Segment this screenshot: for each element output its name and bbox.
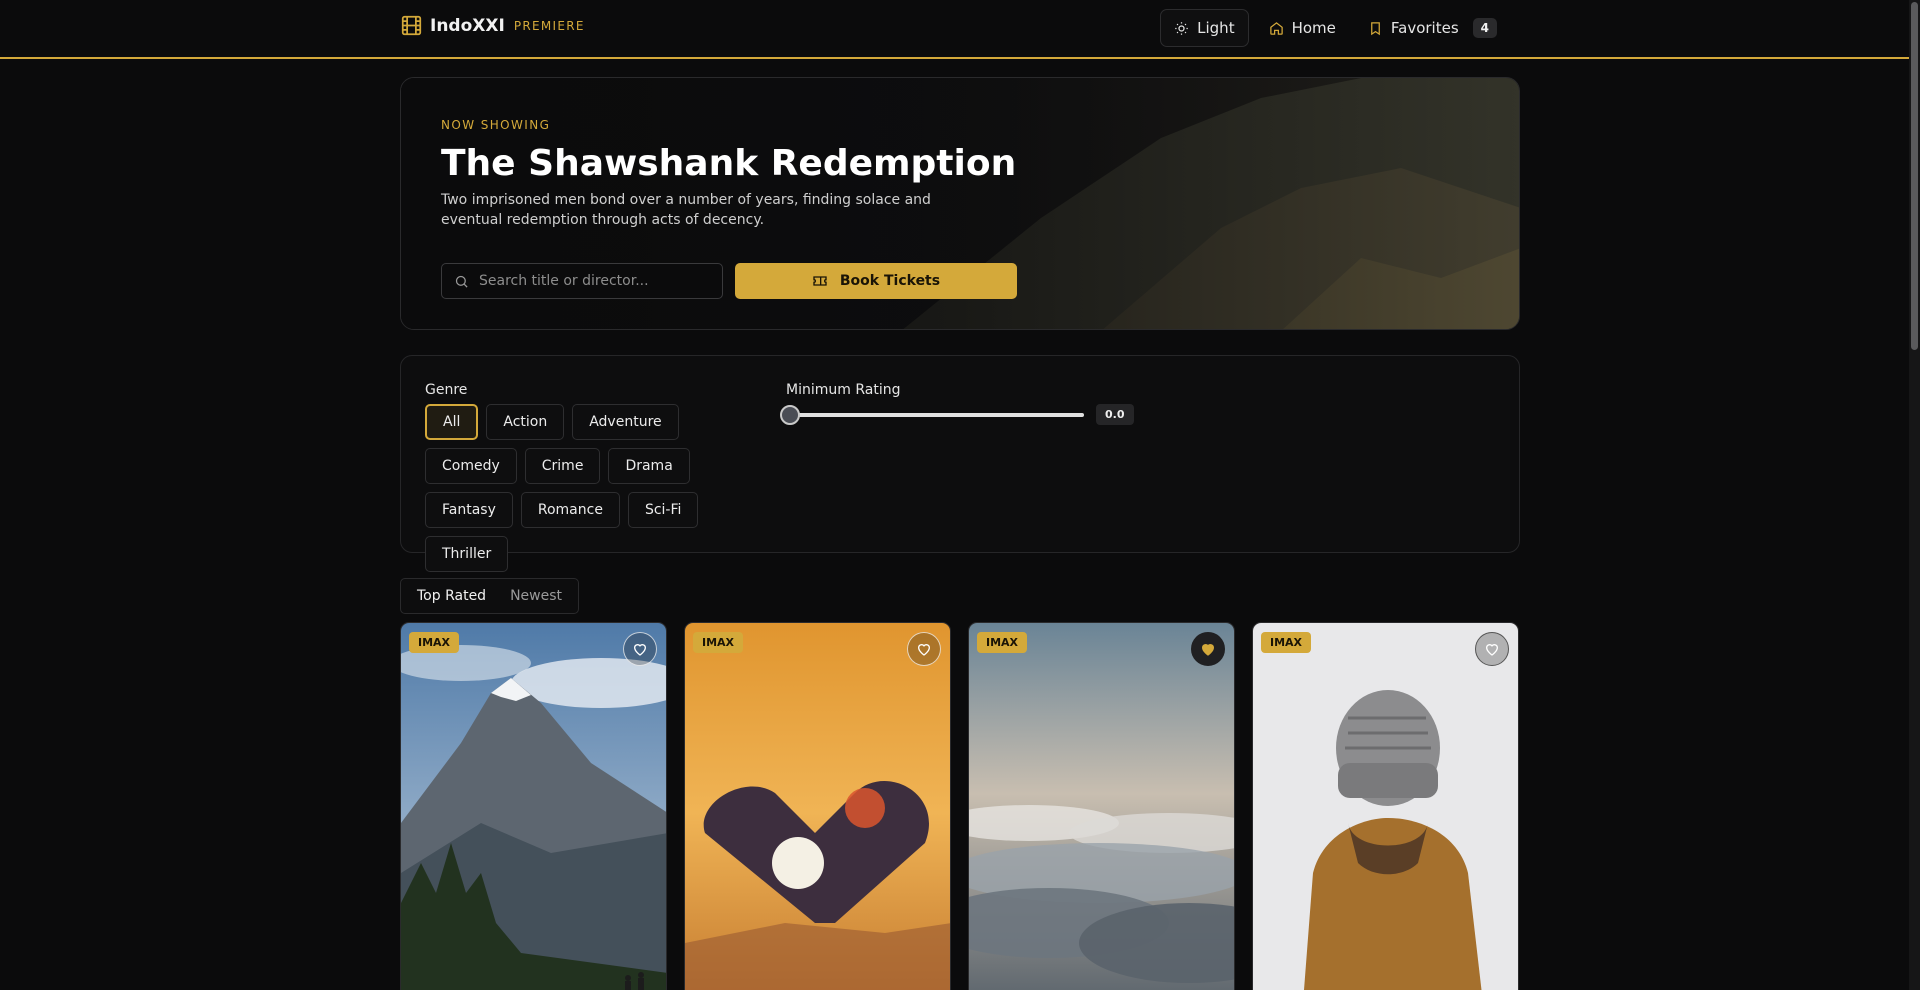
filter-panel: Genre All Action Adventure Comedy Crime … [400, 355, 1520, 572]
movie-poster-image [685, 623, 950, 990]
home-icon [1269, 21, 1283, 35]
imax-badge: IMAX [693, 632, 744, 653]
genre-chip-all[interactable]: All [425, 404, 479, 440]
movie-card[interactable]: IMAX [400, 622, 667, 990]
brand-name: IndoXXI [430, 15, 505, 36]
sun-icon [1175, 21, 1188, 35]
genre-chip-drama[interactable]: Drama [608, 448, 690, 484]
slider-track[interactable] [780, 404, 1084, 425]
main-nav: Light Home Favorites 4 [1160, 9, 1509, 47]
search-icon [455, 275, 468, 288]
nav-home-link[interactable]: Home [1257, 9, 1348, 47]
sort-tab-top-rated[interactable]: Top Rated [405, 582, 498, 610]
heart-outline-icon [633, 644, 647, 656]
genre-chip-romance[interactable]: Romance [520, 492, 620, 528]
genre-label: Genre [425, 382, 468, 398]
favorite-toggle-button[interactable] [1191, 632, 1225, 666]
imax-badge: IMAX [409, 632, 460, 653]
min-rating-slider[interactable]: 0.0 [780, 404, 1134, 425]
bookmark-icon [1371, 21, 1380, 35]
featured-hero: NOW SHOWING The Shawshank Redemption Two… [400, 77, 1520, 330]
min-rating-label: Minimum Rating [786, 382, 901, 398]
theme-toggle-button[interactable]: Light [1160, 9, 1249, 47]
heart-outline-icon [917, 644, 931, 656]
nav-favorites-link[interactable]: Favorites 4 [1356, 9, 1509, 47]
genre-chip-thriller[interactable]: Thriller [425, 536, 509, 572]
genre-chip-group: All Action Adventure Comedy Crime Drama … [425, 404, 775, 572]
heart-filled-icon [1201, 644, 1215, 656]
theme-toggle-label: Light [1197, 19, 1235, 37]
sort-tab-newest[interactable]: Newest [498, 582, 574, 610]
favorite-toggle-button[interactable] [623, 632, 657, 666]
genre-chip-comedy[interactable]: Comedy [425, 448, 517, 484]
hero-title: The Shawshank Redemption [441, 143, 1017, 184]
movie-card[interactable]: IMAX [1252, 622, 1519, 990]
imax-badge: IMAX [977, 632, 1028, 653]
sort-tabs: Top Rated Newest [400, 578, 580, 614]
movie-grid: IMAX IMAX IMAX IMAX [400, 622, 1519, 990]
genre-chip-crime[interactable]: Crime [524, 448, 601, 484]
movie-card[interactable]: IMAX [684, 622, 951, 990]
top-nav-bar: IndoXXI PREMIERE Light Home Favorites 4 [0, 0, 1909, 59]
search-input[interactable] [479, 273, 709, 289]
hero-eyebrow: NOW SHOWING [441, 118, 551, 132]
imax-badge: IMAX [1261, 632, 1312, 653]
slider-handle[interactable] [780, 404, 800, 425]
genre-chip-sci-fi[interactable]: Sci-Fi [627, 492, 699, 528]
page-scrollbar[interactable] [1909, 0, 1920, 990]
heart-outline-icon [1485, 644, 1499, 656]
movie-poster-image [1253, 623, 1518, 990]
movie-card[interactable]: IMAX [968, 622, 1235, 990]
scrollbar-thumb[interactable] [1911, 2, 1918, 350]
search-field[interactable] [441, 263, 723, 299]
nav-home-label: Home [1291, 19, 1336, 37]
book-tickets-button[interactable]: Book Tickets [735, 263, 1017, 299]
genre-chip-action[interactable]: Action [486, 404, 565, 440]
genre-chip-fantasy[interactable]: Fantasy [425, 492, 513, 528]
film-icon [401, 15, 422, 36]
movie-poster-image [969, 623, 1234, 990]
nav-favorites-label: Favorites [1390, 19, 1459, 37]
brand-tagline: PREMIERE [513, 18, 585, 33]
book-tickets-label: Book Tickets [839, 273, 941, 289]
brand-logo[interactable]: IndoXXI PREMIERE [401, 15, 585, 36]
favorites-count-badge: 4 [1472, 18, 1497, 38]
favorite-toggle-button[interactable] [907, 632, 941, 666]
movie-poster-image [401, 623, 666, 990]
ticket-icon [813, 276, 827, 286]
hero-description: Two imprisoned men bond over a number of… [441, 192, 931, 228]
genre-chip-adventure[interactable]: Adventure [572, 404, 679, 440]
favorite-toggle-button[interactable] [1475, 632, 1509, 666]
min-rating-value: 0.0 [1096, 404, 1134, 425]
